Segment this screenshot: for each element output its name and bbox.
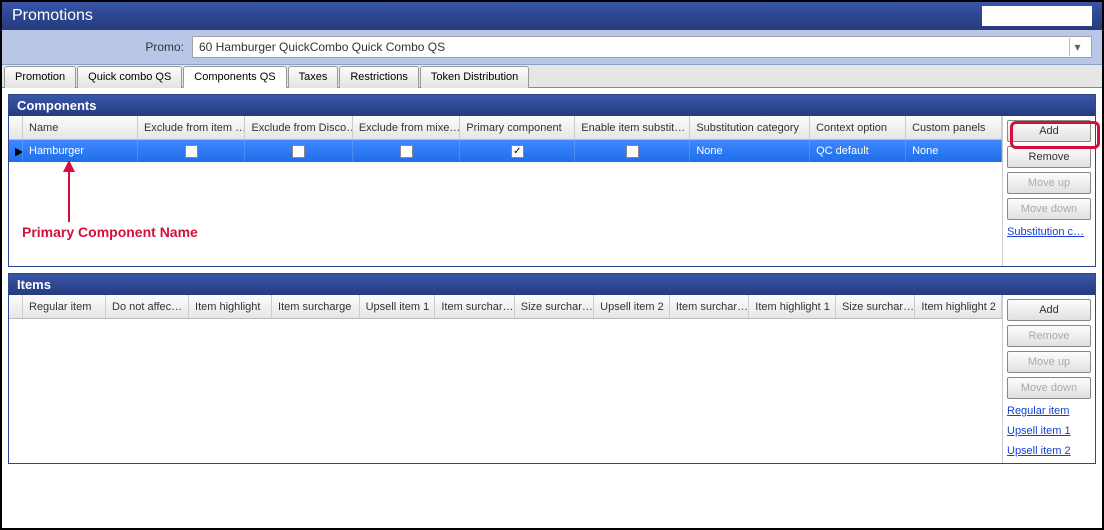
col-substitution-category[interactable]: Substitution category <box>690 116 810 139</box>
tabs: Promotion Quick combo QS Components QS T… <box>2 65 1102 88</box>
checkbox-checked-icon[interactable]: ✓ <box>511 145 524 158</box>
cell-exclude-mixed[interactable] <box>353 140 460 162</box>
col-size-surcharge-1[interactable]: Size surchar… <box>515 295 594 318</box>
col-item-highlight-2[interactable]: Item highlight 2 <box>915 295 1002 318</box>
col-item-highlight[interactable]: Item highlight <box>189 295 272 318</box>
substitution-link[interactable]: Substitution c… <box>1007 224 1091 240</box>
items-grid[interactable]: Regular item Do not affec… Item highligh… <box>9 295 1003 463</box>
move-up-button[interactable]: Move up <box>1007 172 1091 194</box>
cell-primary-component[interactable]: ✓ <box>460 140 575 162</box>
col-regular-item[interactable]: Regular item <box>23 295 106 318</box>
items-header-row: Regular item Do not affec… Item highligh… <box>9 295 1002 319</box>
col-custom-panels[interactable]: Custom panels <box>906 116 1002 139</box>
components-panel: Components Name Exclude from item … Excl… <box>8 94 1096 267</box>
components-grid[interactable]: Name Exclude from item … Exclude from Di… <box>9 116 1003 266</box>
col-item-surcharge[interactable]: Item surcharge <box>272 295 360 318</box>
cell-name[interactable]: Hamburger <box>23 140 138 162</box>
promo-dropdown[interactable]: 60 Hamburger QuickCombo Quick Combo QS ▾ <box>192 36 1092 58</box>
upsell-item-1-link[interactable]: Upsell item 1 <box>1007 423 1091 439</box>
annotation-label: Primary Component Name <box>22 224 198 240</box>
cell-custom-panels[interactable]: None <box>906 140 1002 162</box>
items-side-buttons: Add Remove Move up Move down Regular ite… <box>1003 295 1095 463</box>
checkbox-icon[interactable] <box>626 145 639 158</box>
col-exclude-disco[interactable]: Exclude from Disco… <box>245 116 352 139</box>
col-upsell-item-2[interactable]: Upsell item 2 <box>594 295 670 318</box>
items-panel-header: Items <box>9 274 1095 295</box>
checkbox-icon[interactable] <box>400 145 413 158</box>
chevron-down-icon: ▾ <box>1069 38 1085 56</box>
col-enable-substitution[interactable]: Enable item substit… <box>575 116 690 139</box>
component-row[interactable]: ▶ Hamburger ✓ None QC default None <box>9 140 1002 162</box>
cell-exclude-item[interactable] <box>138 140 245 162</box>
row-indicator-header <box>9 116 23 139</box>
col-exclude-mixed[interactable]: Exclude from mixe… <box>353 116 460 139</box>
page-title: Promotions <box>12 7 93 25</box>
page-title-bar: Promotions <box>2 2 1102 30</box>
promo-label: Promo: <box>12 40 192 54</box>
col-context-option[interactable]: Context option <box>810 116 906 139</box>
add-button[interactable]: Add <box>1007 120 1091 142</box>
components-side-buttons: Add Remove Move up Move down Substitutio… <box>1003 116 1095 266</box>
items-panel: Items Regular item Do not affec… Item hi… <box>8 273 1096 464</box>
components-panel-header: Components <box>9 95 1095 116</box>
move-up-button[interactable]: Move up <box>1007 351 1091 373</box>
col-item-surcharge-1[interactable]: Item surchar… <box>435 295 514 318</box>
tab-token-distribution[interactable]: Token Distribution <box>420 66 529 88</box>
row-indicator-header <box>9 295 23 318</box>
cell-exclude-disco[interactable] <box>245 140 352 162</box>
col-exclude-item[interactable]: Exclude from item … <box>138 116 245 139</box>
col-size-surcharge-2[interactable]: Size surchar… <box>836 295 915 318</box>
col-item-surcharge-2[interactable]: Item surchar… <box>670 295 749 318</box>
checkbox-icon[interactable] <box>185 145 198 158</box>
upsell-item-2-link[interactable]: Upsell item 2 <box>1007 443 1091 459</box>
promo-value: 60 Hamburger QuickCombo Quick Combo QS <box>199 40 445 54</box>
cell-substitution-category[interactable]: None <box>690 140 810 162</box>
move-down-button[interactable]: Move down <box>1007 377 1091 399</box>
remove-button[interactable]: Remove <box>1007 146 1091 168</box>
col-primary-component[interactable]: Primary component <box>460 116 575 139</box>
title-search-box[interactable] <box>982 6 1092 26</box>
row-indicator-icon: ▶ <box>9 140 23 162</box>
col-name[interactable]: Name <box>23 116 138 139</box>
promo-row: Promo: 60 Hamburger QuickCombo Quick Com… <box>2 30 1102 65</box>
col-upsell-item-1[interactable]: Upsell item 1 <box>360 295 436 318</box>
regular-item-link[interactable]: Regular item <box>1007 403 1091 419</box>
checkbox-icon[interactable] <box>292 145 305 158</box>
tab-restrictions[interactable]: Restrictions <box>339 66 418 88</box>
add-button[interactable]: Add <box>1007 299 1091 321</box>
cell-context-option[interactable]: QC default <box>810 140 906 162</box>
col-item-highlight-1[interactable]: Item highlight 1 <box>749 295 836 318</box>
col-do-not-affect[interactable]: Do not affec… <box>106 295 189 318</box>
tab-components-qs[interactable]: Components QS <box>183 66 286 88</box>
components-header-row: Name Exclude from item … Exclude from Di… <box>9 116 1002 140</box>
remove-button[interactable]: Remove <box>1007 325 1091 347</box>
tab-quick-combo-qs[interactable]: Quick combo QS <box>77 66 182 88</box>
cell-enable-substitution[interactable] <box>575 140 690 162</box>
tab-promotion[interactable]: Promotion <box>4 66 76 88</box>
tab-taxes[interactable]: Taxes <box>288 66 339 88</box>
move-down-button[interactable]: Move down <box>1007 198 1091 220</box>
